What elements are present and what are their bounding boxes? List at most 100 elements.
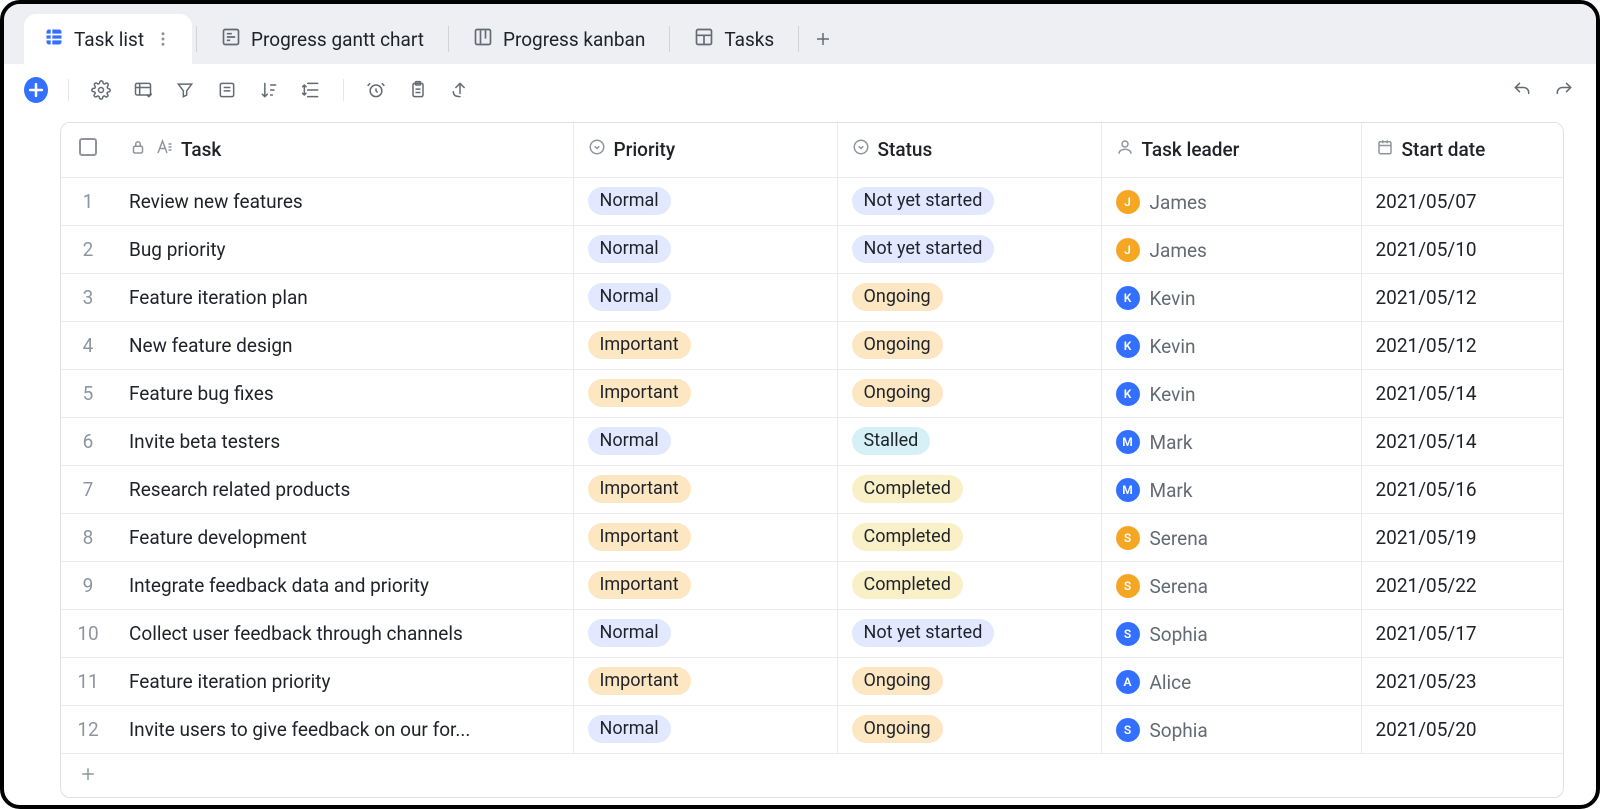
status-cell[interactable]: Not yet started: [837, 177, 1101, 225]
column-header-status[interactable]: Status: [837, 123, 1101, 177]
filter-button[interactable]: [173, 78, 197, 102]
status-cell[interactable]: Not yet started: [837, 225, 1101, 273]
redo-button[interactable]: [1552, 78, 1576, 102]
leader-cell[interactable]: AAlice: [1101, 657, 1361, 705]
leader-cell[interactable]: SSerena: [1101, 513, 1361, 561]
start-date-cell[interactable]: 2021/05/19: [1361, 513, 1563, 561]
table-row[interactable]: 11Feature iteration priorityImportantOng…: [61, 657, 1563, 705]
table-row[interactable]: 1Review new featuresNormalNot yet starte…: [61, 177, 1563, 225]
share-button[interactable]: [448, 78, 472, 102]
checkbox-icon[interactable]: [79, 138, 97, 156]
select-all-header[interactable]: [61, 123, 115, 177]
priority-cell[interactable]: Normal: [573, 177, 837, 225]
task-cell[interactable]: Collect user feedback through channels: [115, 609, 573, 657]
tab-tasks[interactable]: Tasks: [674, 14, 794, 64]
start-date-cell[interactable]: 2021/05/17: [1361, 609, 1563, 657]
start-date-cell[interactable]: 2021/05/23: [1361, 657, 1563, 705]
add-row-button[interactable]: [61, 753, 1563, 797]
row-height-button[interactable]: [299, 78, 323, 102]
table-row[interactable]: 8Feature developmentImportantCompletedSS…: [61, 513, 1563, 561]
leader-cell[interactable]: MMark: [1101, 465, 1361, 513]
status-pill: Ongoing: [852, 379, 943, 407]
status-cell[interactable]: Stalled: [837, 417, 1101, 465]
leader-cell[interactable]: JJames: [1101, 177, 1361, 225]
start-date-cell[interactable]: 2021/05/14: [1361, 369, 1563, 417]
start-date-cell[interactable]: 2021/05/12: [1361, 321, 1563, 369]
clipboard-button[interactable]: [406, 78, 430, 102]
table-row[interactable]: 2Bug priorityNormalNot yet startedJJames…: [61, 225, 1563, 273]
leader-cell[interactable]: MMark: [1101, 417, 1361, 465]
tab-progress-kanban[interactable]: Progress kanban: [453, 14, 665, 64]
table-row[interactable]: 6Invite beta testersNormalStalledMMark20…: [61, 417, 1563, 465]
task-cell[interactable]: Research related products: [115, 465, 573, 513]
status-cell[interactable]: Completed: [837, 561, 1101, 609]
task-cell[interactable]: Feature development: [115, 513, 573, 561]
sort-button[interactable]: [257, 78, 281, 102]
status-cell[interactable]: Ongoing: [837, 705, 1101, 753]
column-header-priority[interactable]: Priority: [573, 123, 837, 177]
add-record-button[interactable]: [24, 78, 48, 102]
status-cell[interactable]: Completed: [837, 513, 1101, 561]
priority-cell[interactable]: Normal: [573, 273, 837, 321]
task-cell[interactable]: Bug priority: [115, 225, 573, 273]
start-date-cell[interactable]: 2021/05/14: [1361, 417, 1563, 465]
add-view-button[interactable]: [803, 14, 843, 64]
leader-cell[interactable]: SSerena: [1101, 561, 1361, 609]
leader-cell[interactable]: SSophia: [1101, 609, 1361, 657]
status-cell[interactable]: Not yet started: [837, 609, 1101, 657]
table-row[interactable]: 5Feature bug fixesImportantOngoingKKevin…: [61, 369, 1563, 417]
start-date-cell[interactable]: 2021/05/10: [1361, 225, 1563, 273]
task-cell[interactable]: Feature iteration plan: [115, 273, 573, 321]
start-date-cell[interactable]: 2021/05/20: [1361, 705, 1563, 753]
table-row[interactable]: 12Invite users to give feedback on our f…: [61, 705, 1563, 753]
settings-button[interactable]: [89, 78, 113, 102]
task-cell[interactable]: Invite users to give feedback on our for…: [115, 705, 573, 753]
task-cell[interactable]: Review new features: [115, 177, 573, 225]
leader-cell[interactable]: KKevin: [1101, 369, 1361, 417]
priority-cell[interactable]: Important: [573, 321, 837, 369]
task-cell[interactable]: Invite beta testers: [115, 417, 573, 465]
table-row[interactable]: 10Collect user feedback through channels…: [61, 609, 1563, 657]
table-row[interactable]: 3Feature iteration planNormalOngoingKKev…: [61, 273, 1563, 321]
table-row[interactable]: 4New feature designImportantOngoingKKevi…: [61, 321, 1563, 369]
leader-cell[interactable]: SSophia: [1101, 705, 1361, 753]
start-date-cell[interactable]: 2021/05/22: [1361, 561, 1563, 609]
task-cell[interactable]: Integrate feedback data and priority: [115, 561, 573, 609]
start-date-cell[interactable]: 2021/05/16: [1361, 465, 1563, 513]
start-date-cell[interactable]: 2021/05/07: [1361, 177, 1563, 225]
undo-button[interactable]: [1510, 78, 1534, 102]
column-header-leader[interactable]: Task leader: [1101, 123, 1361, 177]
tab-more-icon[interactable]: [154, 27, 172, 51]
tab-progress-gantt[interactable]: Progress gantt chart: [201, 14, 444, 64]
priority-cell[interactable]: Important: [573, 369, 837, 417]
status-cell[interactable]: Ongoing: [837, 369, 1101, 417]
row-number: 11: [61, 657, 115, 705]
start-date-cell[interactable]: 2021/05/12: [1361, 273, 1563, 321]
toggle-fields-button[interactable]: [131, 78, 155, 102]
table-row[interactable]: 7Research related productsImportantCompl…: [61, 465, 1563, 513]
priority-cell[interactable]: Important: [573, 513, 837, 561]
status-cell[interactable]: Ongoing: [837, 657, 1101, 705]
priority-cell[interactable]: Normal: [573, 417, 837, 465]
table-row[interactable]: 9Integrate feedback data and priorityImp…: [61, 561, 1563, 609]
status-cell[interactable]: Ongoing: [837, 321, 1101, 369]
priority-cell[interactable]: Normal: [573, 609, 837, 657]
task-cell[interactable]: Feature iteration priority: [115, 657, 573, 705]
column-header-task[interactable]: Task: [115, 123, 573, 177]
priority-cell[interactable]: Normal: [573, 705, 837, 753]
tab-task-list[interactable]: Task list: [24, 14, 192, 64]
leader-cell[interactable]: JJames: [1101, 225, 1361, 273]
status-cell[interactable]: Completed: [837, 465, 1101, 513]
task-cell[interactable]: New feature design: [115, 321, 573, 369]
priority-cell[interactable]: Important: [573, 657, 837, 705]
leader-cell[interactable]: KKevin: [1101, 273, 1361, 321]
group-button[interactable]: [215, 78, 239, 102]
priority-cell[interactable]: Important: [573, 561, 837, 609]
priority-cell[interactable]: Normal: [573, 225, 837, 273]
status-cell[interactable]: Ongoing: [837, 273, 1101, 321]
column-header-start-date[interactable]: Start date: [1361, 123, 1563, 177]
reminder-button[interactable]: [364, 78, 388, 102]
task-cell[interactable]: Feature bug fixes: [115, 369, 573, 417]
priority-cell[interactable]: Important: [573, 465, 837, 513]
leader-cell[interactable]: KKevin: [1101, 321, 1361, 369]
